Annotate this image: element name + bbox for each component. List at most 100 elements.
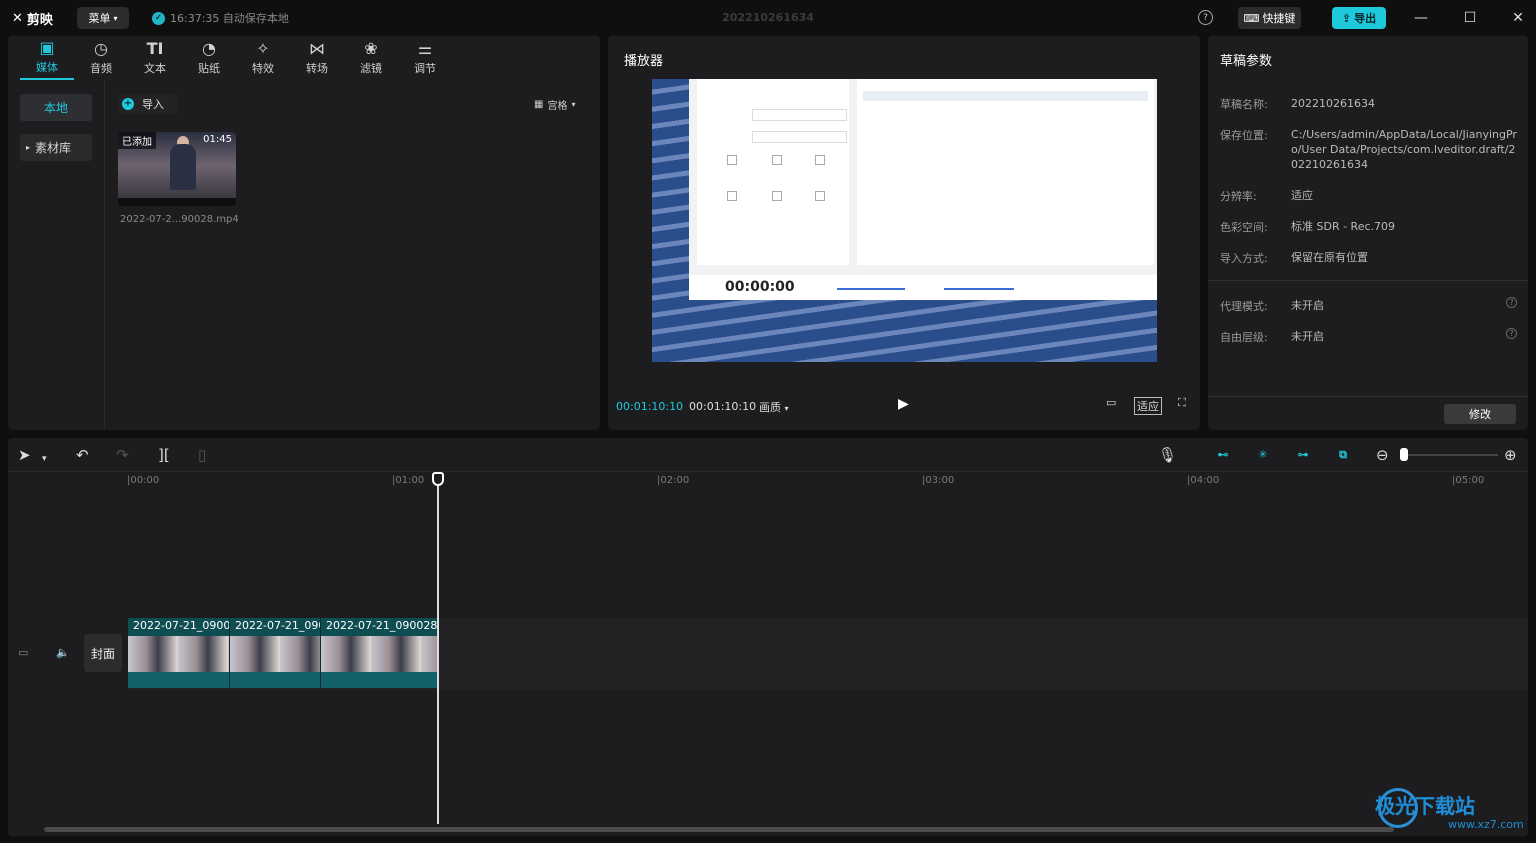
preview-screen-content: 00:00:00 [689,79,1157,300]
playhead[interactable] [437,472,439,824]
tab-audio[interactable]: ◷ 音频 [74,36,128,80]
question-icon[interactable]: ? [1506,297,1517,308]
sidebar-label: 素材库 [35,141,72,155]
time-ruler[interactable]: |00:00 |01:00 |02:00 |03:00 |04:00 |05:0… [8,472,1528,490]
timeline-clip[interactable]: 2022-07-21_090028.mp [321,618,438,688]
view-toggle[interactable]: ▦ 宫格 ▾ [534,97,575,112]
select-cursor-icon[interactable]: ➤ [18,446,31,464]
preview-timer: 00:00:00 [725,279,795,295]
param-label: 保存位置: [1220,129,1268,142]
filter-icon: ❀ [364,39,378,58]
speaker-icon[interactable]: 🔈 [56,646,70,659]
linkage-icon[interactable]: ⊶ [1292,447,1314,462]
help-icon[interactable]: ? [1198,10,1213,25]
close-icon[interactable]: ✕ [1508,8,1528,28]
preview-file-row [863,91,1148,101]
param-label: 分辨率: [1220,190,1257,203]
preview-slider [944,288,1014,290]
preview-axis-icon[interactable]: ⧉ [1332,447,1354,462]
timeline-clip[interactable]: 2022-07-21_090028 [128,618,230,688]
waveform-icon[interactable]: ▭ [1106,396,1116,409]
chevron-down-icon: ▾ [571,100,576,109]
clip-frames [230,636,320,672]
link-main-track-icon[interactable]: ⊷ [1212,447,1234,462]
modify-button[interactable]: 修改 [1444,404,1516,424]
minimize-icon[interactable]: — [1411,8,1431,28]
added-badge: 已添加 [118,132,156,149]
fullscreen-icon[interactable]: ⛶ [1178,396,1186,410]
divider [1208,280,1528,281]
zoom-in-icon[interactable]: ⊕ [1504,446,1517,464]
tab-adjust[interactable]: ⚌ 调节 [398,36,452,80]
menu-button[interactable]: 菜单 ▾ [77,7,129,29]
watermark-text: 极光下载站 [1375,794,1475,818]
maximize-icon[interactable]: ☐ [1460,8,1480,28]
tab-label: 调节 [414,62,436,75]
playhead-handle[interactable] [432,472,444,486]
player-title: 播放器 [624,54,664,69]
ruler-tick-label: |05:00 [1452,475,1485,486]
timeline-panel: ➤ ▾ ↶ ↷ ][ ▯ 🎙 ⊷ ✳ ⊶ ⧉ ⊖ ⊕ |00:00 |01:00… [8,438,1528,836]
zoom-slider[interactable] [1408,454,1498,456]
sidebar-item-library[interactable]: ▸ 素材库 [20,134,92,161]
text-icon: TI [146,39,164,58]
param-label: 色彩空间: [1220,221,1268,234]
video-track-icon[interactable]: ▭ [18,646,28,659]
shortcut-button[interactable]: ⌨ 快捷键 [1238,7,1301,29]
zoom-out-icon[interactable]: ⊖ [1376,446,1389,464]
plus-icon: + [122,98,134,110]
zoom-slider-handle[interactable] [1400,448,1408,461]
thumb-figure [170,144,196,190]
duration-label: 01:45 [203,134,232,145]
import-label: 导入 [142,98,164,111]
sidebar-item-local[interactable]: 本地 [20,94,92,121]
preview-left-pane [697,79,849,265]
media-icon: ▣ [39,38,55,57]
param-value: 保留在原有位置 [1291,251,1368,264]
tab-label: 文本 [144,62,166,75]
tab-sticker[interactable]: ◔ 贴纸 [182,36,236,80]
redo-icon[interactable]: ↷ [116,446,129,464]
tab-label: 媒体 [36,61,58,74]
snap-icon[interactable]: ✳ [1252,447,1274,462]
param-value: 未开启 [1291,299,1324,312]
question-icon[interactable]: ? [1506,328,1517,339]
fit-button[interactable]: 适应 [1134,397,1162,415]
tab-filter[interactable]: ❀ 滤镜 [344,36,398,80]
export-button[interactable]: ⇪ 导出 [1332,7,1386,29]
tab-effects[interactable]: ✧ 特效 [236,36,290,80]
play-icon[interactable]: ▶ [898,396,909,412]
ruler-tick-label: |03:00 [922,475,955,486]
tab-media[interactable]: ▣ 媒体 [20,36,74,80]
cover-button[interactable]: 封面 [84,634,122,672]
quality-dropdown[interactable]: 画质 ▾ [759,399,789,415]
media-thumbnail[interactable]: 已添加 01:45 [118,132,236,206]
microphone-icon[interactable]: 🎙 [1158,446,1177,464]
horizontal-scrollbar[interactable] [44,827,1394,832]
media-tabs: ▣ 媒体 ◷ 音频 TI 文本 ◔ 贴纸 ✧ 特效 ⋈ 转场 ❀ 滤镜 ⚌ 调节 [8,36,600,80]
undo-icon[interactable]: ↶ [76,446,89,464]
keyboard-icon: ⌨ [1243,11,1260,25]
capcut-logo-icon: ✕ [12,11,23,26]
tab-label: 滤镜 [360,62,382,75]
param-value: C:/Users/admin/AppData/Local/JianyingPro… [1291,128,1517,171]
view-label: 宫格 [547,101,568,112]
total-time: 00:01:10:10 [689,400,757,413]
import-button[interactable]: + 导入 [118,94,178,114]
timeline-clip[interactable]: 2022-07-21_0900 [230,618,321,688]
delete-icon[interactable]: ▯ [198,446,206,464]
param-value: 未开启 [1291,330,1324,343]
video-preview[interactable]: 00:00:00 [652,79,1157,362]
timeline-toolbar: ➤ ▾ ↶ ↷ ][ ▯ 🎙 ⊷ ✳ ⊶ ⧉ ⊖ ⊕ [8,438,1528,472]
menu-label: 菜单 [88,12,111,25]
split-icon[interactable]: ][ [158,446,170,464]
grid-icon: ▦ [534,99,544,110]
params-title: 草稿参数 [1220,54,1273,69]
chevron-down-icon[interactable]: ▾ [42,450,47,468]
tab-text[interactable]: TI 文本 [128,36,182,80]
app-logo: ✕ 剪映 [12,9,53,28]
clip-frames [321,636,437,672]
tab-transition[interactable]: ⋈ 转场 [290,36,344,80]
preview-right-pane [857,79,1154,265]
param-label: 草稿名称: [1220,98,1268,111]
